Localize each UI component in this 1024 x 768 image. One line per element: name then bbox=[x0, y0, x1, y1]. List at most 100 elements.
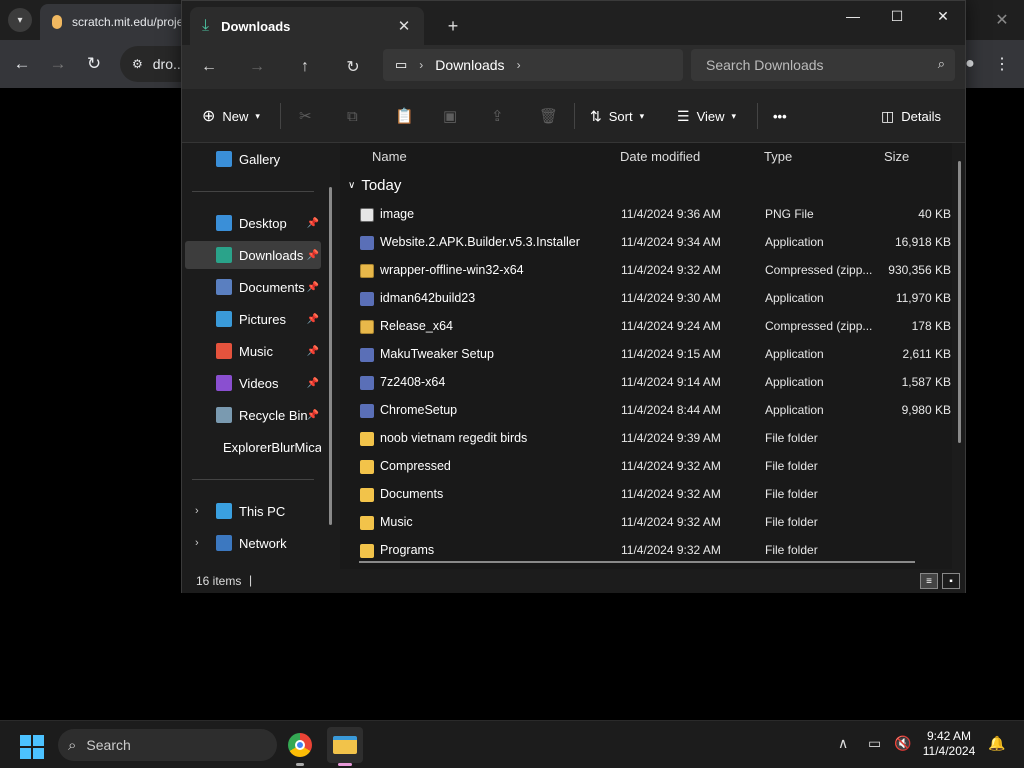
chrome-close-icon[interactable]: ✕ bbox=[990, 8, 1014, 32]
cut-icon[interactable]: ✂ bbox=[299, 103, 312, 129]
rename-icon[interactable]: ▣ bbox=[443, 103, 457, 129]
table-row[interactable]: Documents 11/4/2024 9:32 AM File folder bbox=[340, 481, 952, 509]
back-button[interactable]: ← bbox=[194, 53, 224, 81]
nav-item-documents[interactable]: Documents 📌 bbox=[185, 273, 321, 301]
nav-item-this-pc[interactable]: › This PC bbox=[185, 497, 321, 525]
folder-file-icon bbox=[360, 544, 374, 558]
file-date: 11/4/2024 9:39 AM bbox=[621, 431, 721, 445]
file-date: 11/4/2024 9:14 AM bbox=[621, 375, 721, 389]
refresh-button[interactable]: ↻ bbox=[338, 53, 368, 81]
file-date: 11/4/2024 9:32 AM bbox=[621, 543, 721, 557]
notification-bell-icon[interactable]: 🔔 bbox=[988, 735, 1005, 752]
table-row[interactable]: Website.2.APK.Builder.v5.3.Installer 11/4… bbox=[340, 229, 952, 257]
close-button[interactable]: ✕ bbox=[923, 5, 963, 27]
breadcrumb-downloads[interactable]: Downloads bbox=[435, 57, 504, 73]
nav-item-explorerblurmica[interactable]: ExplorerBlurMica bbox=[185, 433, 321, 461]
site-settings-icon[interactable]: ⚙ bbox=[132, 57, 143, 71]
breadcrumb-chevron-icon[interactable]: › bbox=[517, 58, 521, 72]
share-icon[interactable]: ⇪ bbox=[491, 103, 504, 129]
windows-start-icon[interactable] bbox=[20, 735, 44, 759]
table-row[interactable]: image 11/4/2024 9:36 AM PNG File 40 KB bbox=[340, 201, 952, 229]
new-button[interactable]: ⊕ New ▾ bbox=[202, 103, 260, 129]
network-icon bbox=[216, 535, 232, 551]
view-button[interactable]: ☰ View ▾ bbox=[677, 103, 736, 129]
column-header-size[interactable]: Size bbox=[884, 149, 909, 164]
file-type: File folder bbox=[765, 459, 818, 473]
taskbar: ⌕ Search ∧ ▭ 🔇 9:42 AM 11/4/2024 🔔 bbox=[0, 720, 1024, 768]
paste-icon[interactable]: 📋 bbox=[395, 103, 414, 129]
nav-item-recycle-bin[interactable]: Recycle Bin 📌 bbox=[185, 401, 321, 429]
breadcrumb-chevron-icon[interactable]: › bbox=[419, 58, 423, 72]
chrome-taskbar-icon[interactable] bbox=[282, 727, 318, 763]
chevron-right-icon[interactable]: › bbox=[195, 505, 199, 517]
minimize-button[interactable]: — bbox=[833, 5, 873, 27]
chevron-right-icon[interactable]: › bbox=[195, 537, 199, 549]
column-header-type[interactable]: Type bbox=[764, 149, 792, 164]
volume-muted-icon[interactable]: 🔇 bbox=[894, 735, 911, 752]
chrome-forward-icon[interactable]: → bbox=[46, 52, 70, 76]
maximize-button[interactable]: ☐ bbox=[877, 5, 917, 27]
table-row[interactable]: Compressed 11/4/2024 9:32 AM File folder bbox=[340, 453, 952, 481]
nav-item-gallery[interactable]: Gallery bbox=[185, 145, 321, 173]
sort-button[interactable]: ⇅ Sort ▾ bbox=[590, 103, 644, 129]
table-row[interactable]: ChromeSetup 11/4/2024 8:44 AM Application 9… bbox=[340, 397, 952, 425]
tab-search-button[interactable]: ▾ bbox=[8, 8, 32, 32]
forward-button[interactable]: → bbox=[242, 53, 272, 81]
nav-item-network[interactable]: › Network bbox=[185, 529, 321, 557]
table-row[interactable]: Release_x64 11/4/2024 9:24 AM Compressed (… bbox=[340, 313, 952, 341]
network-status-icon[interactable]: ▭ bbox=[868, 735, 881, 752]
table-row[interactable]: 7z2408-x64 11/4/2024 9:14 AM Application 1,… bbox=[340, 369, 952, 397]
chrome-tab[interactable]: scratch.mit.edu/proje bbox=[40, 4, 190, 40]
nav-pane-scrollbar[interactable] bbox=[329, 187, 332, 525]
details-button[interactable]: ◫ Details bbox=[881, 103, 941, 129]
explorer-tab[interactable]: ⤓ Downloads ✕ bbox=[190, 7, 424, 45]
nav-item-music[interactable]: Music 📌 bbox=[185, 337, 321, 365]
file-explorer-taskbar-icon[interactable] bbox=[327, 727, 363, 763]
search-input[interactable]: Search Downloads ⌕ bbox=[691, 49, 955, 81]
chrome-menu-icon[interactable]: ⋮ bbox=[990, 52, 1014, 76]
up-button[interactable]: ↑ bbox=[290, 53, 320, 81]
file-list-scrollbar[interactable] bbox=[958, 161, 961, 443]
table-row[interactable]: wrapper-offline-win32-x64 11/4/2024 9:32 … bbox=[340, 257, 952, 285]
file-name: MakuTweaker Setup bbox=[380, 347, 494, 361]
file-type: Application bbox=[765, 403, 824, 417]
nav-item-videos[interactable]: Videos 📌 bbox=[185, 369, 321, 397]
chrome-running-indicator bbox=[296, 763, 304, 766]
address-bar[interactable]: ▭ › Downloads › bbox=[383, 49, 683, 81]
app-file-icon bbox=[360, 404, 374, 418]
command-bar: ⊕ New ▾ ✂ ⧉ 📋 ▣ ⇪ 🗑 ⇅ Sort ▾ ☰ View ▾ ••… bbox=[182, 89, 965, 143]
close-tab-icon[interactable]: ✕ bbox=[394, 16, 414, 36]
horizontal-scrollbar[interactable] bbox=[359, 561, 915, 563]
new-tab-button[interactable]: + bbox=[442, 15, 464, 37]
column-header-name[interactable]: Name bbox=[372, 149, 407, 164]
nav-label: ExplorerBlurMica bbox=[223, 439, 321, 455]
system-clock[interactable]: 9:42 AM 11/4/2024 bbox=[918, 729, 980, 759]
folder-file-icon bbox=[360, 516, 374, 530]
chrome-back-icon[interactable]: ← bbox=[10, 52, 34, 76]
chevron-up-icon[interactable]: ∧ bbox=[838, 735, 848, 752]
copy-icon[interactable]: ⧉ bbox=[347, 103, 358, 129]
tiles-view-icon[interactable]: ▪ bbox=[942, 573, 960, 589]
file-type: PNG File bbox=[765, 207, 814, 221]
table-row[interactable]: idman642build23 11/4/2024 9:30 AM Applicat… bbox=[340, 285, 952, 313]
details-view-icon[interactable]: ≡ bbox=[920, 573, 938, 589]
column-header-date[interactable]: Date modified bbox=[620, 149, 700, 164]
file-name: Programs bbox=[380, 543, 435, 557]
table-row[interactable]: Music 11/4/2024 9:32 AM File folder bbox=[340, 509, 952, 537]
see-more-button[interactable]: ••• bbox=[773, 103, 787, 129]
pin-icon: 📌 bbox=[306, 313, 319, 325]
nav-label: Videos bbox=[239, 375, 279, 391]
pictures-icon bbox=[216, 311, 232, 327]
table-row[interactable]: noob vietnam regedit birds 11/4/2024 9:39… bbox=[340, 425, 952, 453]
table-row[interactable]: MakuTweaker Setup 11/4/2024 9:15 AM Applic… bbox=[340, 341, 952, 369]
nav-item-desktop[interactable]: Desktop 📌 bbox=[185, 209, 321, 237]
zip-file-icon bbox=[360, 320, 374, 334]
taskbar-search[interactable]: ⌕ Search bbox=[58, 729, 277, 761]
file-type: File folder bbox=[765, 431, 818, 445]
group-header-today[interactable]: ∨ Today bbox=[348, 177, 401, 194]
nav-item-downloads[interactable]: Downloads 📌 bbox=[185, 241, 321, 269]
delete-icon[interactable]: 🗑 bbox=[539, 103, 558, 129]
downloads-icon: ⤓ bbox=[202, 17, 210, 34]
nav-item-pictures[interactable]: Pictures 📌 bbox=[185, 305, 321, 333]
chrome-reload-icon[interactable]: ↻ bbox=[82, 52, 106, 76]
